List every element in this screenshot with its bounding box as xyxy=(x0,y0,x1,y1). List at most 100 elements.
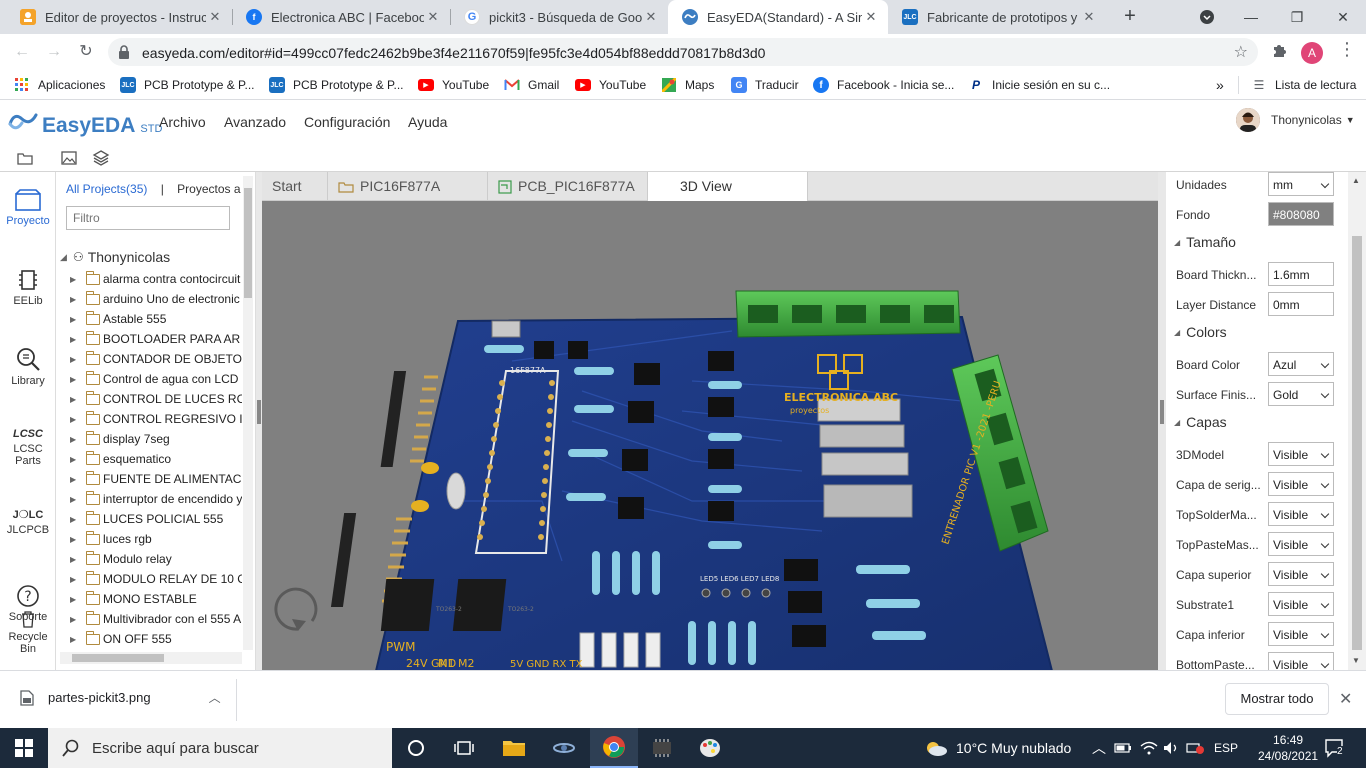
properties-scrollbar[interactable]: ▲ ▼ xyxy=(1348,172,1366,670)
menu-avanzado[interactable]: Avanzado xyxy=(224,114,286,130)
layer-visibility-select[interactable]: Visible xyxy=(1268,442,1334,466)
browser-menu-icon[interactable]: ⋮ xyxy=(1338,39,1356,60)
wifi-icon[interactable] xyxy=(1140,728,1158,768)
close-icon[interactable]: ✕ xyxy=(1339,689,1352,709)
project-tree-item[interactable]: ▶ FUENTE DE ALIMENTAC xyxy=(70,469,242,489)
extensions-puzzle-icon[interactable] xyxy=(1271,42,1287,63)
app-icon[interactable] xyxy=(638,728,686,768)
project-tree-item[interactable]: ▶ Control de agua con LCD xyxy=(70,369,242,389)
restore-icon[interactable]: ❐ xyxy=(1274,0,1320,34)
layer-visibility-select[interactable]: Visible xyxy=(1268,562,1334,586)
rail-jlcpcb[interactable]: J❍LC JLCPCB xyxy=(0,508,56,536)
cortana-icon[interactable] xyxy=(392,728,440,768)
profile-avatar[interactable]: A xyxy=(1301,42,1323,64)
expand-arrow-icon[interactable]: ▶ xyxy=(70,435,82,444)
tree-root[interactable]: ◢ ⚇ Thonynicolas xyxy=(60,249,170,265)
close-icon[interactable]: ✕ xyxy=(424,9,442,25)
project-tree-item[interactable]: ▶ alarma contra contocircuit xyxy=(70,269,242,289)
chevron-up-icon[interactable]: ︿ xyxy=(209,689,221,706)
project-tree-item[interactable]: ▶ MONO ESTABLE xyxy=(70,589,242,609)
surface-finish-select[interactable]: Gold xyxy=(1268,382,1334,406)
reload-icon[interactable]: ↻ xyxy=(74,40,98,64)
windows-start-icon[interactable] xyxy=(0,728,48,768)
project-tree-item[interactable]: ▶ CONTADOR DE OBJETO xyxy=(70,349,242,369)
layer-visibility-select[interactable]: Visible xyxy=(1268,472,1334,496)
battery-icon[interactable] xyxy=(1114,728,1132,768)
notifications-icon[interactable]: 2 xyxy=(1324,728,1346,768)
open-folder-icon[interactable] xyxy=(16,149,34,167)
3d-viewport[interactable]: 16F877A TO263-2 TO263-2 ELECTRONICA ABC … xyxy=(262,201,1158,670)
expand-arrow-icon[interactable]: ▶ xyxy=(70,455,82,464)
panel-vertical-scrollbar[interactable] xyxy=(243,176,253,650)
menu-ayuda[interactable]: Ayuda xyxy=(408,114,447,130)
chrome-taskbar-icon[interactable] xyxy=(590,728,638,768)
layers-icon[interactable] xyxy=(92,149,110,167)
layer-visibility-select[interactable]: Visible xyxy=(1268,622,1334,646)
task-view-icon[interactable] xyxy=(440,728,488,768)
user-menu[interactable]: Thonynicolas ▼ xyxy=(1236,108,1355,132)
bookmark-pcb-prototype-1[interactable]: JLC PCB Prototype & P... xyxy=(120,76,255,94)
forward-icon[interactable]: → xyxy=(42,40,66,64)
expand-arrow-icon[interactable]: ▶ xyxy=(70,315,82,324)
tab-all-projects[interactable]: All Projects(35) xyxy=(66,182,147,196)
more-bookmarks-icon[interactable]: » xyxy=(1216,76,1224,94)
close-icon[interactable]: ✕ xyxy=(642,9,660,25)
rotate-view-icon[interactable] xyxy=(274,587,318,631)
expand-arrow-icon[interactable]: ▶ xyxy=(70,475,82,484)
browser-tab-jlcpcb[interactable]: JLC Fabricante de prototipos y fabricaci… xyxy=(888,0,1106,34)
filter-input[interactable] xyxy=(66,206,230,230)
section-colors[interactable]: ◢ Colors xyxy=(1174,324,1227,340)
battery-saver-icon[interactable] xyxy=(1186,728,1204,768)
background-color-field[interactable]: #808080 xyxy=(1268,202,1334,226)
layer-distance-input[interactable]: 0mm xyxy=(1268,292,1334,316)
rail-lcsc-parts[interactable]: LCSC LCSC Parts xyxy=(0,428,56,467)
paint-icon[interactable] xyxy=(686,728,734,768)
bookmark-translate[interactable]: G Traducir xyxy=(731,76,799,94)
layer-visibility-select[interactable]: Visible xyxy=(1268,652,1334,670)
expand-arrow-icon[interactable]: ▶ xyxy=(70,615,82,624)
download-item[interactable]: partes-pickit3.png ︿ xyxy=(20,689,221,706)
rail-recycle-bin[interactable]: Recycle Bin xyxy=(0,610,56,655)
back-icon[interactable]: ← xyxy=(10,40,34,64)
close-icon[interactable]: ✕ xyxy=(206,9,224,25)
show-hidden-icons[interactable]: ︿ xyxy=(1092,728,1106,768)
project-tree-item[interactable]: ▶ CONTROL DE LUCES RC xyxy=(70,389,242,409)
expand-arrow-icon[interactable]: ▶ xyxy=(70,595,82,604)
app-logo[interactable]: EasyEDA STD xyxy=(8,110,162,138)
bookmark-maps[interactable]: Maps xyxy=(661,76,714,94)
bookmark-apps[interactable]: Aplicaciones xyxy=(14,76,105,94)
project-tree-item[interactable]: ▶ arduino Uno de electronic xyxy=(70,289,242,309)
project-tree-item[interactable]: ▶ LUCES POLICIAL 555 xyxy=(70,509,242,529)
layer-visibility-select[interactable]: Visible xyxy=(1268,592,1334,616)
image-icon[interactable] xyxy=(60,149,78,167)
expand-arrow-icon[interactable]: ▶ xyxy=(70,515,82,524)
bookmark-facebook[interactable]: f Facebook - Inicia se... xyxy=(813,76,954,94)
rail-eelib[interactable]: EELib xyxy=(0,268,56,307)
doc-tab-start[interactable]: Start xyxy=(262,172,328,201)
project-tree-item[interactable]: ▶ CONTROL REGRESIVO I xyxy=(70,409,242,429)
expand-arrow-icon[interactable]: ▶ xyxy=(70,355,82,364)
menu-archivo[interactable]: Archivo xyxy=(159,114,206,130)
project-tree-item[interactable]: ▶ esquematico xyxy=(70,449,242,469)
clock[interactable]: 16:49 24/08/2021 xyxy=(1258,728,1318,768)
section-tamano[interactable]: ◢ Tamaño xyxy=(1174,234,1236,250)
project-tree-item[interactable]: ▶ BOOTLOADER PARA AR xyxy=(70,329,242,349)
expand-arrow-icon[interactable]: ▶ xyxy=(70,375,82,384)
window-close-icon[interactable]: ✕ xyxy=(1320,0,1366,34)
expand-arrow-icon[interactable]: ▶ xyxy=(70,575,82,584)
expand-arrow-icon[interactable]: ▶ xyxy=(70,635,82,644)
expand-arrow-icon[interactable]: ▶ xyxy=(70,335,82,344)
browser-tab-easyeda[interactable]: EasyEDA(Standard) - A Simple ✕ xyxy=(668,0,888,34)
project-tree-item[interactable]: ▶ MODULO RELAY DE 10 C xyxy=(70,569,242,589)
rail-library[interactable]: Library xyxy=(0,346,56,387)
rail-proyecto[interactable]: Proyecto xyxy=(0,188,56,227)
app-icon[interactable] xyxy=(540,728,588,768)
layer-visibility-select[interactable]: Visible xyxy=(1268,532,1334,556)
bookmark-paypal[interactable]: P Inicie sesión en su c... xyxy=(968,76,1110,94)
pcb-3d-render[interactable]: 16F877A TO263-2 TO263-2 ELECTRONICA ABC … xyxy=(262,201,1158,670)
tab-search-icon[interactable] xyxy=(1184,0,1230,34)
doc-tab-3d-view[interactable]: 3D View xyxy=(648,172,808,201)
new-tab-button[interactable]: + xyxy=(1119,5,1141,27)
section-capas[interactable]: ◢ Capas xyxy=(1174,414,1227,430)
expand-arrow-icon[interactable]: ▶ xyxy=(70,295,82,304)
